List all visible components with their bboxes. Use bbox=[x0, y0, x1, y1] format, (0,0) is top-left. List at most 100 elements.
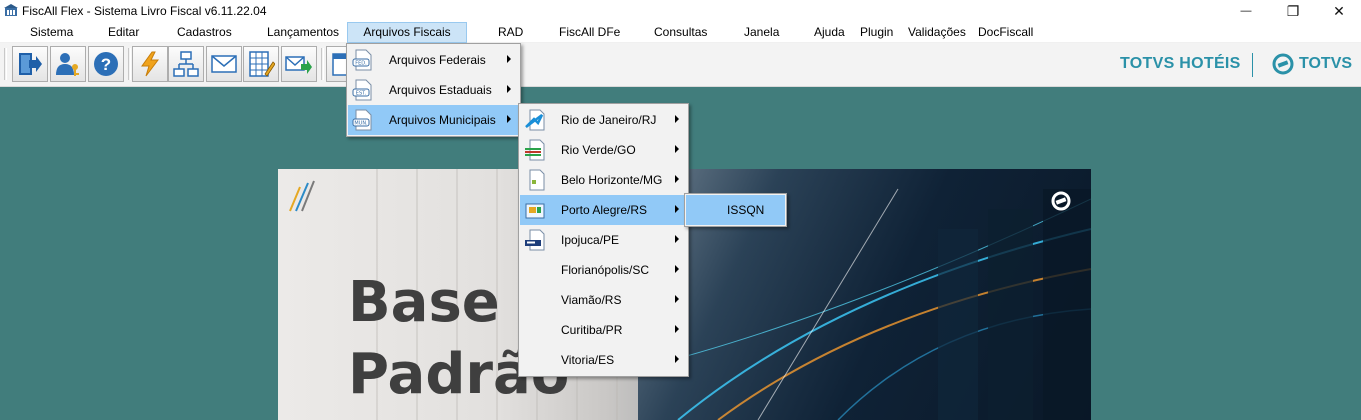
spreadsheet-edit-icon bbox=[249, 51, 275, 77]
menu-item-rio-de-janeiro[interactable]: Rio de Janeiro/RJ bbox=[520, 105, 687, 135]
submenu-arrow-icon bbox=[675, 295, 679, 303]
banner-totvs-mark-icon bbox=[1051, 191, 1071, 211]
submenu-arrow-icon bbox=[675, 325, 679, 333]
menu-item-viamao[interactable]: Viamão/RS bbox=[520, 285, 687, 315]
user-key-button[interactable] bbox=[50, 46, 86, 82]
menu-sistema[interactable]: Sistema bbox=[30, 22, 73, 43]
banner-title-line1: Base bbox=[348, 270, 500, 335]
svg-text:FED.: FED. bbox=[355, 61, 367, 67]
submenu-arrow-icon bbox=[675, 355, 679, 363]
close-icon: ✕ bbox=[1333, 2, 1345, 19]
banner-slash-icon bbox=[289, 180, 315, 212]
menu-bar: Sistema Editar Cadastros Lançamentos Arq… bbox=[0, 22, 1361, 43]
menu-item-label: Porto Alegre/RS bbox=[561, 203, 648, 217]
menu-item-vitoria[interactable]: Vitoria/ES bbox=[520, 345, 687, 375]
ipojuca-file-icon bbox=[525, 229, 545, 251]
menu-item-label: Viamão/RS bbox=[561, 293, 622, 307]
menu-item-arquivos-federais[interactable]: FED. Arquivos Federais bbox=[348, 45, 519, 75]
submenu-arrow-icon bbox=[675, 115, 679, 123]
submenu-arrow-icon bbox=[507, 115, 511, 123]
submenu-arrow-icon bbox=[675, 175, 679, 183]
menu-docfiscall[interactable]: DocFiscall bbox=[978, 22, 1033, 43]
state-file-icon: EST. bbox=[352, 79, 372, 101]
menu-item-label: Arquivos Estaduais bbox=[389, 83, 492, 97]
svg-text:EST.: EST. bbox=[356, 91, 367, 97]
menu-item-label: Rio Verde/GO bbox=[561, 143, 636, 157]
federal-file-icon: FED. bbox=[352, 49, 372, 71]
lightning-button[interactable] bbox=[132, 46, 168, 82]
submenu-arrow-icon bbox=[675, 265, 679, 273]
menu-cadastros[interactable]: Cadastros bbox=[177, 22, 232, 43]
menu-consultas[interactable]: Consultas bbox=[654, 22, 707, 43]
toolbar-separator bbox=[4, 48, 7, 80]
help-icon: ? bbox=[94, 52, 118, 76]
title-bar: FiscAll Flex - Sistema Livro Fiscal v6.1… bbox=[0, 0, 1361, 22]
menu-item-ipojuca[interactable]: Ipojuca/PE bbox=[520, 225, 687, 255]
menu-item-label: Ipojuca/PE bbox=[561, 233, 620, 247]
menu-item-issqn[interactable]: ISSQN bbox=[686, 195, 785, 225]
menu-plugin[interactable]: Plugin bbox=[860, 22, 893, 43]
menu-item-label: Rio de Janeiro/RJ bbox=[561, 113, 657, 127]
mail-send-button[interactable] bbox=[281, 46, 317, 82]
exit-icon bbox=[19, 53, 42, 75]
maximize-button[interactable]: ❐ bbox=[1270, 0, 1316, 22]
menu-item-arquivos-municipais[interactable]: MUN. Arquivos Municipais bbox=[348, 105, 519, 135]
menu-item-arquivos-estaduais[interactable]: EST. Arquivos Estaduais bbox=[348, 75, 519, 105]
menu-item-label: Florianópolis/SC bbox=[561, 263, 650, 277]
totvs-logo-icon bbox=[1272, 53, 1294, 75]
app-building-icon bbox=[4, 4, 18, 16]
window-title: FiscAll Flex - Sistema Livro Fiscal v6.1… bbox=[22, 4, 267, 18]
rio-de-janeiro-file-icon bbox=[525, 109, 545, 131]
network-icon bbox=[173, 51, 199, 77]
municipal-file-icon: MUN. bbox=[352, 109, 372, 131]
minimize-button[interactable]: — bbox=[1223, 0, 1269, 22]
menu-item-florianopolis[interactable]: Florianópolis/SC bbox=[520, 255, 687, 285]
porto-alegre-file-icon bbox=[525, 203, 545, 219]
menu-janela[interactable]: Janela bbox=[744, 22, 779, 43]
lightning-icon bbox=[141, 51, 159, 77]
toolbar: ? TOTVS HOTÉIS TOTVS bbox=[0, 43, 1361, 87]
submenu-arrow-icon bbox=[507, 55, 511, 63]
menu-editar[interactable]: Editar bbox=[108, 22, 139, 43]
user-key-icon bbox=[56, 53, 79, 76]
menu-lancamentos[interactable]: Lançamentos bbox=[267, 22, 339, 43]
brand-totvs-text: TOTVS bbox=[1299, 55, 1353, 72]
menu-item-label: Curitiba/PR bbox=[561, 323, 623, 337]
mail-icon bbox=[211, 55, 237, 73]
mail-send-icon bbox=[285, 56, 312, 74]
spreadsheet-edit-button[interactable] bbox=[243, 46, 279, 82]
menu-ajuda[interactable]: Ajuda bbox=[814, 22, 845, 43]
rio-verde-file-icon bbox=[525, 139, 545, 161]
brand-totvs-logo: TOTVS bbox=[1272, 53, 1352, 75]
minimize-icon: — bbox=[1240, 5, 1252, 17]
submenu-arrow-icon bbox=[507, 85, 511, 93]
exit-button[interactable] bbox=[12, 46, 48, 82]
network-button[interactable] bbox=[168, 46, 204, 82]
belo-horizonte-file-icon bbox=[529, 169, 545, 191]
arquivos-municipais-submenu: Rio de Janeiro/RJ Rio Verde/GO Belo Hori… bbox=[518, 103, 689, 377]
menu-item-label: Vitoria/ES bbox=[561, 353, 615, 367]
menu-item-label: Arquivos Federais bbox=[389, 53, 486, 67]
menu-item-rio-verde[interactable]: Rio Verde/GO bbox=[520, 135, 687, 165]
brand-divider bbox=[1252, 53, 1253, 77]
brand-totvs-hoteis: TOTVS HOTÉIS bbox=[1120, 55, 1241, 72]
arquivos-fiscais-menu: FED. Arquivos Federais EST. Arquivos Est… bbox=[346, 43, 521, 137]
menu-item-curitiba[interactable]: Curitiba/PR bbox=[520, 315, 687, 345]
svg-text:MUN.: MUN. bbox=[354, 121, 368, 127]
submenu-arrow-icon bbox=[675, 235, 679, 243]
porto-alegre-submenu: ISSQN bbox=[684, 193, 787, 227]
menu-item-label: Arquivos Municipais bbox=[389, 113, 496, 127]
close-button[interactable]: ✕ bbox=[1316, 0, 1361, 22]
menu-validacoes[interactable]: Validações bbox=[908, 22, 966, 43]
menu-arquivos-fiscais[interactable]: Arquivos Fiscais bbox=[347, 22, 467, 43]
toolbar-separator bbox=[321, 48, 324, 80]
menu-item-belo-horizonte[interactable]: Belo Horizonte/MG bbox=[520, 165, 687, 195]
menu-rad[interactable]: RAD bbox=[498, 22, 523, 43]
menu-fiscall-dfe[interactable]: FiscAll DFe bbox=[559, 22, 620, 43]
help-button[interactable]: ? bbox=[88, 46, 124, 82]
submenu-arrow-icon bbox=[675, 205, 679, 213]
menu-item-porto-alegre[interactable]: Porto Alegre/RS bbox=[520, 195, 687, 225]
submenu-arrow-icon bbox=[675, 145, 679, 153]
toolbar-separator bbox=[128, 48, 131, 80]
mail-button[interactable] bbox=[206, 46, 242, 82]
